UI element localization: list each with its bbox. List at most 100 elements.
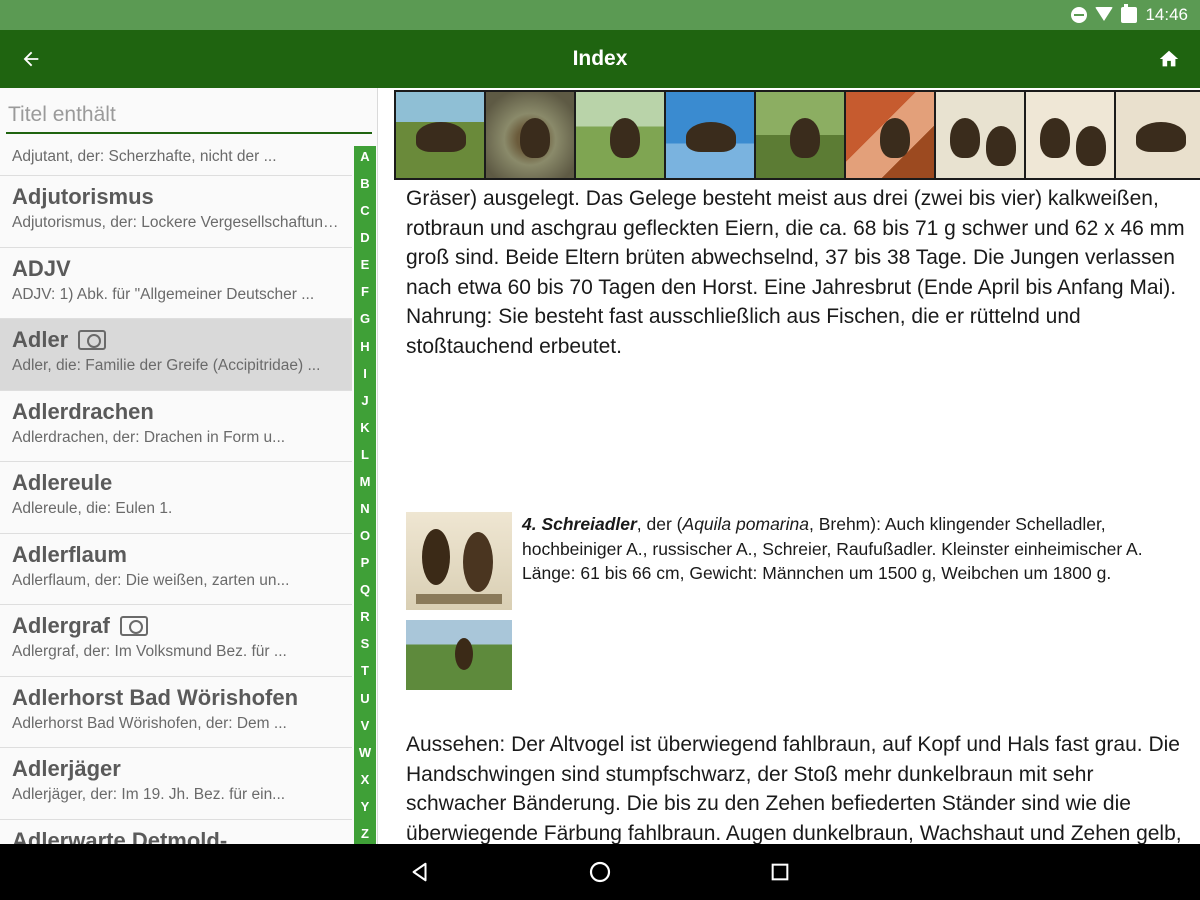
species-text-part: , der (: [636, 514, 683, 534]
list-item-title: Adlerflaum: [12, 542, 340, 568]
list-item-subtitle: Adjutorismus, der: Lockere Vergesellscha…: [12, 214, 340, 231]
alphabet-letter-a[interactable]: A: [360, 150, 369, 163]
alphabet-letter-w[interactable]: W: [359, 746, 371, 759]
list-item-subtitle: Adler, die: Familie der Greife (Accipitr…: [12, 357, 321, 374]
entry-list[interactable]: Adjutant, der: Scherzhafte, nicht der ..…: [0, 140, 352, 844]
gallery-thumbnail[interactable]: [666, 92, 754, 178]
eagle-photo: [790, 118, 820, 158]
list-item[interactable]: ADJV ADJV: 1) Abk. für "Allgemeiner Deut…: [0, 247, 352, 319]
alphabet-letter-j[interactable]: J: [361, 394, 368, 407]
list-item-title-text: Adlerdrachen: [12, 398, 154, 424]
do-not-disturb-icon: [1071, 7, 1088, 23]
article-pane[interactable]: Gräser) ausgelegt. Das Gelege besteht me…: [378, 88, 1200, 844]
article-body: Gräser) ausgelegt. Das Gelege besteht me…: [406, 184, 1186, 844]
back-button[interactable]: [14, 42, 48, 76]
arrow-left-icon: [23, 51, 39, 67]
eagle-photo: [686, 122, 736, 152]
article-paragraph-text: Gräser) ausgelegt. Das Gelege besteht me…: [406, 187, 1185, 299]
alphabet-letter-v[interactable]: V: [361, 719, 370, 732]
eagle-illustration: [1076, 126, 1106, 166]
gallery-thumbnail[interactable]: [1026, 92, 1114, 178]
alphabet-letter-c[interactable]: C: [360, 204, 369, 217]
eagle-photo: [880, 118, 910, 158]
eagle-illustration: [1040, 118, 1070, 158]
list-item-title: Adlerdrachen: [12, 399, 340, 425]
list-item-subtitle: Adlerflaum, der: Die weißen, zarten un..…: [12, 571, 290, 589]
gallery-thumbnail[interactable]: [486, 92, 574, 178]
alphabet-letter-b[interactable]: B: [360, 177, 369, 190]
alphabet-letter-h[interactable]: H: [360, 340, 369, 353]
list-item-title: Adlerjäger: [12, 756, 340, 782]
wifi-icon: [1095, 7, 1114, 23]
alphabet-letter-g[interactable]: G: [360, 312, 370, 325]
image-gallery-strip[interactable]: [394, 90, 1200, 180]
status-time: 14:46: [1145, 5, 1188, 24]
species-latin-name: Aquila pomarina: [682, 514, 809, 534]
alphabet-letter-p[interactable]: P: [361, 556, 370, 569]
list-item-title-text: Adlerjäger: [12, 756, 121, 781]
list-item-title-text: ADJV: [12, 255, 71, 281]
alphabet-letter-n[interactable]: N: [360, 502, 369, 515]
gallery-thumbnail[interactable]: [1116, 92, 1200, 178]
alphabet-letter-y[interactable]: Y: [361, 800, 370, 813]
home-button[interactable]: [1152, 42, 1186, 76]
alphabet-letter-l[interactable]: L: [361, 448, 369, 461]
alphabet-letter-i[interactable]: I: [363, 367, 367, 380]
camera-icon: [78, 330, 107, 350]
list-item-selected[interactable]: Adler Adler, die: Familie der Greife (Ac…: [0, 319, 352, 391]
list-item-subtitle: Adjutant, der: Scherzhafte, nicht der ..…: [12, 148, 277, 165]
gallery-thumbnail[interactable]: [846, 92, 934, 178]
list-item[interactable]: Adlereule Adlereule, die: Eulen 1.: [0, 462, 352, 534]
list-item[interactable]: Adlerdrachen Adlerdrachen, der: Drachen …: [0, 390, 352, 462]
nav-home-button[interactable]: [580, 852, 620, 892]
alphabet-letter-e[interactable]: E: [361, 258, 370, 271]
list-item[interactable]: Adlergraf Adlergraf, der: Im Volksmund B…: [0, 605, 352, 677]
alphabet-letter-d[interactable]: D: [360, 231, 369, 244]
square-recents-icon: [771, 863, 789, 881]
list-item-subtitle: Adlerdrachen, der: Drachen in Form u...: [12, 428, 286, 446]
alphabet-letter-x[interactable]: X: [361, 773, 370, 786]
alphabet-letter-t[interactable]: T: [361, 664, 369, 677]
status-bar: 14:46: [0, 0, 1200, 30]
list-item[interactable]: Adlerjäger Adlerjäger, der: Im 19. Jh. B…: [0, 748, 352, 820]
alphabet-letter-o[interactable]: O: [360, 529, 370, 542]
article-paragraph: Gräser) ausgelegt. Das Gelege besteht me…: [406, 184, 1186, 361]
gallery-thumbnail[interactable]: [756, 92, 844, 178]
eagle-photo: [610, 118, 640, 158]
search-input[interactable]: [6, 98, 372, 134]
triangle-back-icon: [412, 862, 427, 882]
eagle-illustration: [1136, 122, 1186, 152]
list-item[interactable]: Adlerhorst Bad Wörishofen Adlerhorst Bad…: [0, 676, 352, 748]
list-item-subtitle: Adlereule, die: Eulen 1.: [12, 500, 173, 517]
list-item-title: Adler: [12, 327, 340, 353]
gallery-thumbnail[interactable]: [396, 92, 484, 178]
alphabet-letter-m[interactable]: M: [360, 475, 371, 488]
list-item-subtitle: Adlergraf, der: Im Volksmund Bez. für ..…: [12, 643, 287, 660]
gallery-thumbnail[interactable]: [576, 92, 664, 178]
camera-icon: [119, 616, 148, 636]
eagle-photo: [520, 118, 550, 158]
nav-recents-button[interactable]: [760, 852, 800, 892]
battery-icon: [1121, 4, 1138, 23]
alphabet-letter-k[interactable]: K: [360, 421, 369, 434]
list-item[interactable]: Adjutorismus Adjutorismus, der: Lockere …: [0, 176, 352, 248]
list-item-title-text: Adlergraf: [12, 613, 110, 638]
alphabet-letter-s[interactable]: S: [361, 637, 370, 650]
list-item[interactable]: Adlerwarte Detmold-: [0, 819, 352, 845]
species-illustration[interactable]: [406, 512, 512, 610]
alphabet-letter-q[interactable]: Q: [360, 583, 370, 596]
gallery-thumbnail[interactable]: [936, 92, 1024, 178]
page-title: Index: [572, 47, 628, 70]
alphabet-index[interactable]: A B C D E F G H I J K L M N O P Q R S T …: [354, 146, 376, 844]
list-item-subtitle: Adlerhorst Bad Wörishofen, der: Dem ...: [12, 714, 287, 732]
nav-back-button[interactable]: [400, 852, 440, 892]
alphabet-letter-z[interactable]: Z: [361, 827, 369, 840]
list-item[interactable]: Adjutant, der: Scherzhafte, nicht der ..…: [0, 140, 352, 176]
alphabet-letter-u[interactable]: U: [360, 692, 369, 705]
species-photo[interactable]: [406, 620, 512, 690]
list-item[interactable]: Adlerflaum Adlerflaum, der: Die weißen, …: [0, 533, 352, 605]
list-item-title: Adjutorismus: [12, 184, 340, 210]
alphabet-letter-r[interactable]: R: [360, 610, 369, 623]
alphabet-letter-f[interactable]: F: [361, 285, 369, 298]
list-item-title: Adlerwarte Detmold-: [12, 828, 340, 845]
